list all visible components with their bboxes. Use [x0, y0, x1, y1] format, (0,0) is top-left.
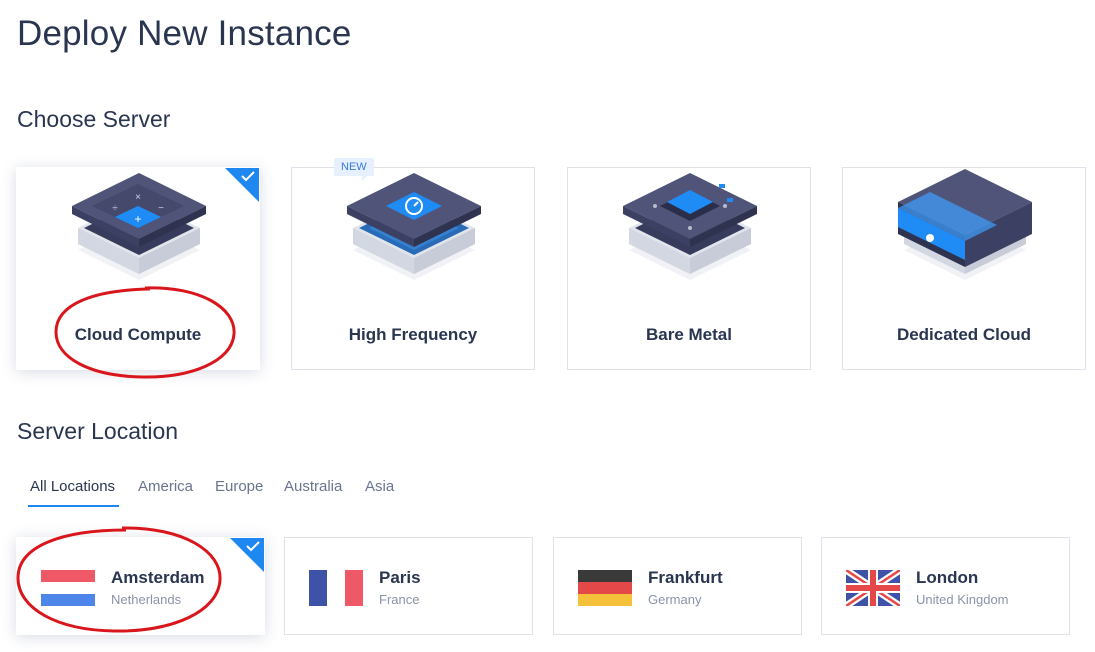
- server-card-label: Dedicated Cloud: [896, 325, 1032, 344]
- france-flag-icon: [309, 570, 363, 606]
- bare-metal-icon: [623, 173, 757, 280]
- new-badge: NEW: [334, 158, 374, 181]
- cloud-compute-icon: × ÷ − +: [72, 173, 206, 280]
- svg-text:−: −: [158, 203, 164, 214]
- server-card-label: Bare Metal: [646, 325, 732, 344]
- location-city: Amsterdam: [111, 568, 205, 587]
- server-card-high-frequency[interactable]: High Frequency: [291, 167, 535, 370]
- server-card-cloud-compute[interactable]: × ÷ − + Cloud Compute: [16, 167, 260, 370]
- location-country: Netherlands: [111, 592, 182, 607]
- location-country: Germany: [648, 592, 702, 607]
- germany-flag-icon: [578, 570, 632, 606]
- location-city: Paris: [379, 568, 421, 587]
- tab-america[interactable]: America: [138, 478, 193, 495]
- server-card-label: High Frequency: [348, 325, 478, 344]
- tab-europe[interactable]: Europe: [215, 478, 263, 495]
- netherlands-flag-icon: [41, 570, 95, 606]
- location-card-frankfurt[interactable]: Frankfurt Germany: [553, 537, 802, 635]
- selected-check-icon: [225, 168, 259, 202]
- active-tab-indicator: [28, 505, 119, 507]
- svg-text:÷: ÷: [112, 203, 118, 214]
- location-city: London: [916, 568, 979, 587]
- location-card-paris[interactable]: Paris France: [284, 537, 533, 635]
- selected-check-icon: [230, 538, 264, 572]
- location-country: United Kingdom: [916, 592, 1009, 607]
- high-frequency-icon: [347, 173, 481, 280]
- server-card-label: Cloud Compute: [74, 325, 202, 344]
- choose-server-heading: Choose Server: [17, 106, 171, 132]
- tab-australia[interactable]: Australia: [284, 478, 342, 495]
- svg-text:×: ×: [135, 192, 141, 203]
- tab-all-locations[interactable]: All Locations: [30, 478, 115, 495]
- location-card-london[interactable]: London United Kingdom: [821, 537, 1070, 635]
- server-card-bare-metal[interactable]: Bare Metal: [567, 167, 811, 370]
- server-location-heading: Server Location: [17, 418, 179, 444]
- server-card-dedicated-cloud[interactable]: Dedicated Cloud: [842, 167, 1086, 370]
- united-kingdom-flag-icon: [846, 570, 900, 606]
- tab-asia[interactable]: Asia: [365, 478, 394, 495]
- location-country: France: [379, 592, 420, 607]
- location-city: Frankfurt: [648, 568, 723, 587]
- dedicated-cloud-icon: [898, 169, 1032, 280]
- location-card-amsterdam[interactable]: Amsterdam Netherlands: [16, 537, 265, 635]
- page-title: Deploy New Instance: [17, 14, 352, 53]
- svg-text:+: +: [134, 212, 141, 226]
